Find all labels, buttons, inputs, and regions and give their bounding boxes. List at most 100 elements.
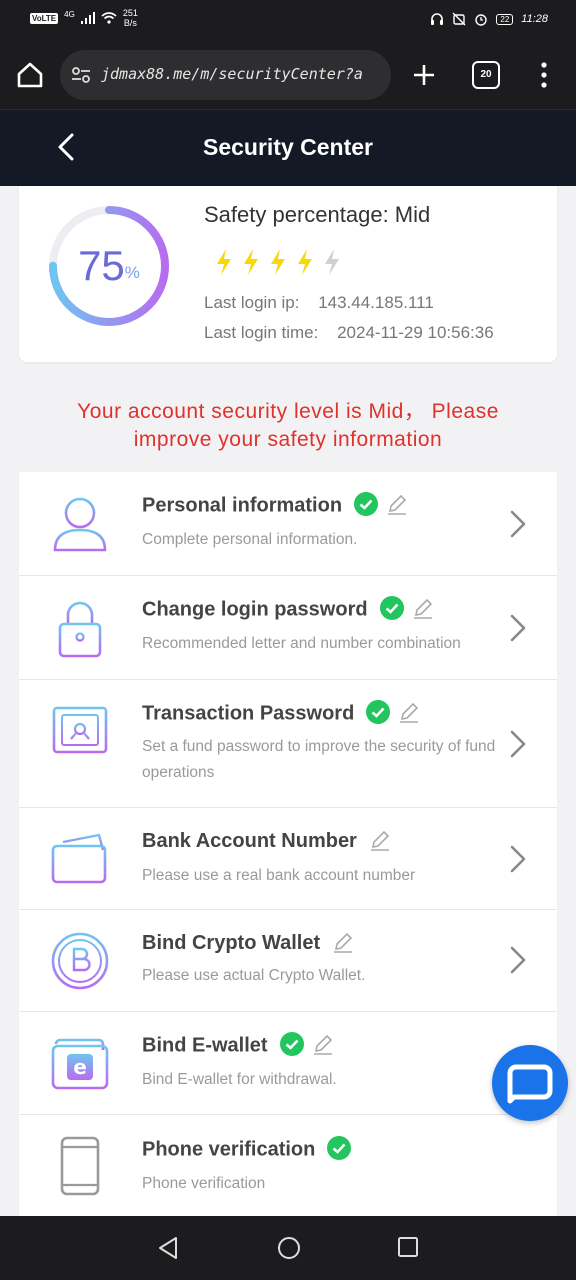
menu-item-transaction-password[interactable]: Transaction Password Set a fund password…: [19, 680, 557, 808]
battery-indicator: 22: [496, 13, 514, 25]
menu-item-title-text: Bank Account Number: [142, 830, 357, 852]
bitcoin-icon: [51, 932, 109, 990]
chevron-right-icon: [510, 845, 526, 873]
menu-item-title: Transaction Password: [142, 700, 420, 726]
menu-item-desc: Recommended letter and number combinatio…: [142, 635, 461, 652]
menu-item-crypto-wallet[interactable]: Bind Crypto Wallet Please use actual Cry…: [19, 910, 557, 1012]
nav-back-icon[interactable]: [155, 1235, 181, 1261]
last-login-ip-value: 143.44.185.111: [318, 293, 434, 312]
net-speed-unit: B/s: [123, 18, 137, 28]
menu-item-title: Bind E-wallet: [142, 1032, 334, 1058]
edit-pencil-icon[interactable]: [369, 829, 391, 851]
chevron-right-icon: [510, 730, 526, 758]
edit-pencil-icon[interactable]: [332, 931, 354, 953]
bolt-filled-icon: [271, 249, 285, 275]
menu-item-ewallet[interactable]: e Bind E-wallet Bind E-wallet for withdr…: [19, 1012, 557, 1115]
menu-item-title-text: Bind E-wallet: [142, 1034, 268, 1057]
bolt-filled-icon: [217, 249, 231, 275]
menu-item-title: Bank Account Number: [142, 830, 391, 853]
verified-check-icon: [354, 492, 379, 516]
security-menu-list: Personal information Complete personal i…: [19, 472, 557, 1219]
net-speed-value: 251: [122, 8, 138, 18]
menu-item-desc: Complete personal information.: [142, 531, 358, 548]
menu-item-title: Phone verification: [142, 1136, 352, 1162]
network-type-label: 4G: [64, 9, 75, 19]
nav-recents-icon[interactable]: [396, 1235, 420, 1259]
edit-pencil-icon[interactable]: [312, 1033, 334, 1055]
status-time: 11:28: [521, 13, 548, 25]
android-nav-bar: [0, 1216, 576, 1280]
more-options-icon[interactable]: [532, 58, 556, 92]
bolt-filled-icon: [244, 249, 258, 275]
bank-card-icon: [51, 833, 107, 884]
status-left: VoLTE 4G 251 B/s: [30, 8, 138, 28]
address-bar[interactable]: jdmax88.me/m/securityCenter?a: [60, 50, 391, 100]
menu-item-title-text: Phone verification: [142, 1138, 316, 1161]
alarm-icon: [475, 14, 488, 26]
menu-item-title-text: Bind Crypto Wallet: [142, 932, 321, 954]
menu-item-phone-verification[interactable]: Phone verification Phone verification: [19, 1115, 557, 1219]
bolt-empty-icon: [325, 249, 339, 275]
ewallet-icon: e: [51, 1038, 109, 1090]
live-chat-button[interactable]: [492, 1045, 568, 1121]
phone-icon: [60, 1136, 100, 1196]
chevron-right-icon: [510, 614, 526, 642]
menu-item-desc: Phone verification: [142, 1175, 266, 1192]
last-login-ip: Last login ip: 143.44.185.111: [204, 293, 434, 313]
menu-item-title-text: Personal information: [142, 494, 343, 517]
menu-item-desc: Please use a real bank account number: [142, 867, 416, 884]
new-tab-icon[interactable]: [408, 59, 440, 91]
safety-summary-card: 75 % Safety percentage: Mid Last login i…: [19, 186, 557, 362]
padlock-icon: [58, 601, 102, 658]
home-icon[interactable]: [14, 59, 46, 91]
verified-check-icon: [366, 700, 391, 724]
edit-pencil-icon[interactable]: [386, 493, 408, 515]
chevron-right-icon: [510, 946, 526, 974]
menu-item-title: Change login password: [142, 596, 434, 622]
nav-home-icon[interactable]: [276, 1235, 302, 1261]
last-login-ip-label: Last login ip:: [204, 293, 300, 312]
edit-pencil-icon[interactable]: [398, 701, 420, 723]
safety-percent-sign: %: [124, 263, 140, 282]
person-icon: [53, 497, 107, 552]
wifi-icon: [101, 12, 117, 24]
menu-item-desc: Bind E-wallet for withdrawal.: [142, 1071, 337, 1088]
site-settings-icon[interactable]: [70, 64, 92, 86]
net-speed: 251 B/s: [123, 8, 138, 28]
mute-icon: [452, 12, 466, 26]
page-title: Security Center: [202, 134, 373, 160]
security-warning: Your account security level is Mid， Plea…: [0, 398, 576, 454]
menu-item-personal-info[interactable]: Personal information Complete personal i…: [19, 472, 557, 576]
status-right: 22 11:28: [430, 12, 548, 26]
url-text[interactable]: jdmax88.me/m/securityCenter?a: [101, 65, 386, 83]
last-login-time: Last login time: 2024-11-29 10:56:36: [204, 323, 494, 343]
edit-pencil-icon[interactable]: [412, 597, 434, 619]
safety-bolts: [214, 248, 342, 276]
safety-level-title: Safety percentage: Mid: [204, 202, 431, 227]
gauge-label: 75 %: [45, 202, 173, 330]
menu-item-title: Personal information: [142, 492, 408, 518]
last-login-time-label: Last login time:: [204, 323, 319, 342]
chevron-right-icon: [510, 510, 526, 538]
menu-item-title: Bind Crypto Wallet: [142, 932, 354, 955]
menu-item-title-text: Change login password: [142, 598, 368, 621]
menu-item-title-text: Transaction Password: [142, 702, 355, 725]
verified-check-icon: [279, 1032, 304, 1056]
tab-switcher-button[interactable]: 20: [472, 61, 500, 89]
signal-icon: [80, 12, 95, 24]
menu-item-login-password[interactable]: Change login password Recommended letter…: [19, 576, 557, 680]
page-header: Security Center: [0, 110, 576, 186]
menu-item-desc: Set a fund password to improve the secur…: [142, 738, 496, 781]
safe-icon: [52, 706, 108, 757]
verified-check-icon: [327, 1136, 352, 1160]
safety-percent-value: 75: [78, 242, 125, 289]
menu-item-desc: Please use actual Crypto Wallet.: [142, 967, 366, 984]
bolt-filled-icon: [298, 249, 312, 275]
browser-toolbar: jdmax88.me/m/securityCenter?a 20: [0, 40, 576, 110]
headphones-icon: [431, 13, 444, 25]
warning-line-2: improve your safety information: [133, 428, 443, 451]
chat-bubble-icon: [507, 1064, 553, 1104]
warning-line-1: Your account security level is Mid， Plea…: [77, 400, 499, 423]
menu-item-bank-account[interactable]: Bank Account Number Please use a real ba…: [19, 808, 557, 910]
last-login-time-value: 2024-11-29 10:56:36: [337, 323, 494, 342]
